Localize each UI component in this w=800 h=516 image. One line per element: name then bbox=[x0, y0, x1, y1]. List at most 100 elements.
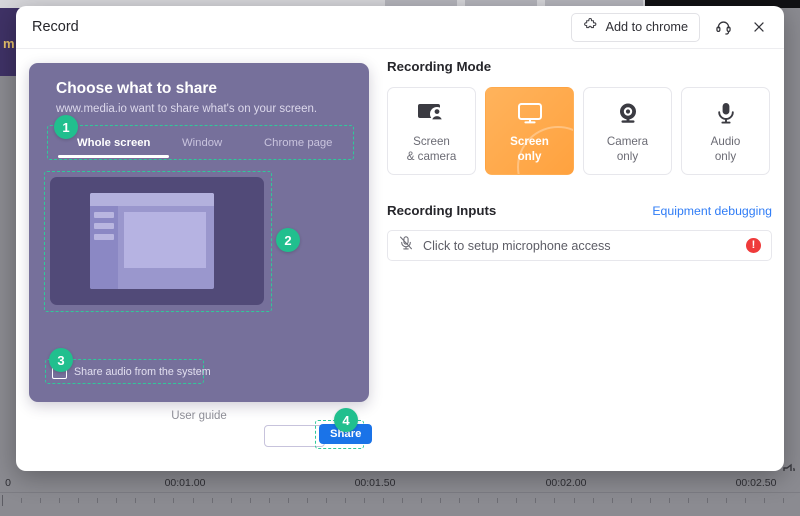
step-badge-1: 1 bbox=[54, 115, 78, 139]
mock-window-titlebar bbox=[90, 193, 214, 206]
tab-chrome-page[interactable]: Chrome page bbox=[264, 137, 332, 149]
choose-what-to-share-dialog: Choose what to share www.media.io want t… bbox=[29, 63, 373, 449]
mode-card-label: Audio only bbox=[710, 135, 741, 163]
timeline-minor-tick bbox=[631, 498, 632, 503]
microphone-muted-icon bbox=[398, 235, 414, 256]
share-audio-label: Share audio from the system bbox=[74, 365, 211, 378]
timeline-minor-tick bbox=[726, 498, 727, 503]
timeline-label: 00:01.50 bbox=[354, 477, 396, 489]
timeline-minor-tick bbox=[78, 498, 79, 503]
timeline-minor-tick bbox=[345, 498, 346, 503]
tab-window[interactable]: Window bbox=[182, 137, 222, 149]
timeline-minor-tick bbox=[783, 498, 784, 503]
timeline-minor-tick bbox=[212, 498, 213, 503]
timeline-minor-tick bbox=[326, 498, 327, 503]
timeline-minor-tick bbox=[383, 498, 384, 503]
step-badge-4: 4 bbox=[334, 408, 358, 432]
add-to-chrome-button[interactable]: Add to chrome bbox=[571, 12, 700, 42]
add-to-chrome-label: Add to chrome bbox=[605, 20, 688, 34]
timeline-minor-tick bbox=[402, 498, 403, 503]
recording-inputs-header: Recording Inputs Equipment debugging bbox=[387, 203, 772, 218]
timeline-labels: 0 00:01.00 00:01.50 00:02.00 00:02.50 bbox=[0, 477, 800, 491]
mock-sidebar-line bbox=[94, 223, 114, 229]
mock-window-sidebar bbox=[90, 206, 118, 289]
mode-card-screen-only[interactable]: Screen only bbox=[485, 87, 574, 175]
timeline-minor-tick bbox=[193, 498, 194, 503]
timeline-minor-tick bbox=[745, 498, 746, 503]
microphone-setup-row[interactable]: Click to setup microphone access ! bbox=[387, 230, 772, 261]
timeline-minor-tick bbox=[707, 498, 708, 503]
share-source-tabs: Whole screen Window Chrome page bbox=[47, 125, 354, 160]
recording-mode-options: Screen & camera Screen only Camera only … bbox=[387, 87, 772, 175]
timeline-ruler[interactable]: 0 00:01.00 00:01.50 00:02.00 00:02.50 bbox=[0, 471, 800, 516]
timeline-major-tick bbox=[2, 495, 3, 506]
timeline-label: 00:02.50 bbox=[735, 477, 777, 489]
timeline-minor-tick bbox=[307, 498, 308, 503]
screen-and-camera-icon bbox=[417, 98, 446, 128]
timeline-minor-tick bbox=[478, 498, 479, 503]
timeline-minor-tick bbox=[269, 498, 270, 503]
app-root: m 0 00:01.00 00:01.50 00:02.00 00:02.50 … bbox=[0, 0, 800, 516]
timeline-minor-tick bbox=[764, 498, 765, 503]
timeline-minor-tick bbox=[135, 498, 136, 503]
mode-card-label: Screen & camera bbox=[406, 135, 457, 163]
timeline-minor-tick bbox=[516, 498, 517, 503]
timeline-label: 00:01.00 bbox=[164, 477, 206, 489]
header-actions: Add to chrome bbox=[571, 6, 772, 48]
modal-body: Choose what to share www.media.io want t… bbox=[16, 49, 784, 471]
timeline-label: 00:02.00 bbox=[545, 477, 587, 489]
microphone-setup-label: Click to setup microphone access bbox=[423, 238, 611, 253]
timeline-minor-tick bbox=[688, 498, 689, 503]
mock-sidebar-line bbox=[94, 212, 114, 218]
timeline-minor-tick bbox=[535, 498, 536, 503]
timeline-minor-tick bbox=[364, 498, 365, 503]
timeline-baseline bbox=[0, 492, 800, 493]
timeline-minor-tick bbox=[288, 498, 289, 503]
alert-icon: ! bbox=[746, 238, 761, 253]
timeline-minor-tick bbox=[421, 498, 422, 503]
modal-header: Record Add to chrome bbox=[16, 6, 784, 49]
timeline-minor-tick bbox=[154, 498, 155, 503]
right-panel: Recording Mode Screen & camera Screen on… bbox=[387, 59, 772, 261]
timeline-label: 0 bbox=[5, 477, 11, 489]
timeline-ticks bbox=[0, 495, 800, 509]
app-logo: m bbox=[3, 36, 15, 51]
webcam-icon bbox=[616, 98, 640, 128]
mode-card-camera-only[interactable]: Camera only bbox=[583, 87, 672, 175]
tab-whole-screen[interactable]: Whole screen bbox=[57, 137, 171, 158]
timeline-minor-tick bbox=[574, 498, 575, 503]
mock-window bbox=[90, 193, 214, 289]
monitor-icon bbox=[517, 98, 543, 128]
timeline-minor-tick bbox=[59, 498, 60, 503]
timeline-minor-tick bbox=[650, 498, 651, 503]
timeline-minor-tick bbox=[173, 498, 174, 503]
step-badge-3: 3 bbox=[49, 348, 73, 372]
timeline-minor-tick bbox=[497, 498, 498, 503]
mode-card-label: Camera only bbox=[606, 135, 649, 163]
timeline-minor-tick bbox=[231, 498, 232, 503]
user-guide-link[interactable]: User guide bbox=[29, 410, 369, 422]
timeline-minor-tick bbox=[40, 498, 41, 503]
screen-preview-thumbnail[interactable] bbox=[44, 171, 272, 312]
share-dialog-title: Choose what to share bbox=[56, 80, 218, 97]
page-title: Record bbox=[32, 19, 79, 35]
headset-icon[interactable] bbox=[710, 14, 736, 40]
timeline-minor-tick bbox=[440, 498, 441, 503]
close-icon[interactable] bbox=[746, 14, 772, 40]
share-dialog-subtitle: www.media.io want to share what's on you… bbox=[56, 103, 318, 115]
puzzle-piece-icon bbox=[583, 18, 598, 36]
timeline-minor-tick bbox=[21, 498, 22, 503]
timeline-minor-tick bbox=[459, 498, 460, 503]
mode-card-screen-and-camera[interactable]: Screen & camera bbox=[387, 87, 476, 175]
timeline-minor-tick bbox=[612, 498, 613, 503]
mock-sidebar-line bbox=[94, 234, 114, 240]
timeline-minor-tick bbox=[554, 498, 555, 503]
timeline-minor-tick bbox=[97, 498, 98, 503]
record-modal: Record Add to chrome Choose what to shar… bbox=[16, 6, 784, 471]
preview-screen bbox=[50, 177, 264, 305]
equipment-debugging-link[interactable]: Equipment debugging bbox=[652, 204, 772, 218]
recording-mode-title: Recording Mode bbox=[387, 59, 492, 74]
mode-card-audio-only[interactable]: Audio only bbox=[681, 87, 770, 175]
mode-card-label: Screen only bbox=[510, 135, 549, 163]
timeline-minor-tick bbox=[669, 498, 670, 503]
